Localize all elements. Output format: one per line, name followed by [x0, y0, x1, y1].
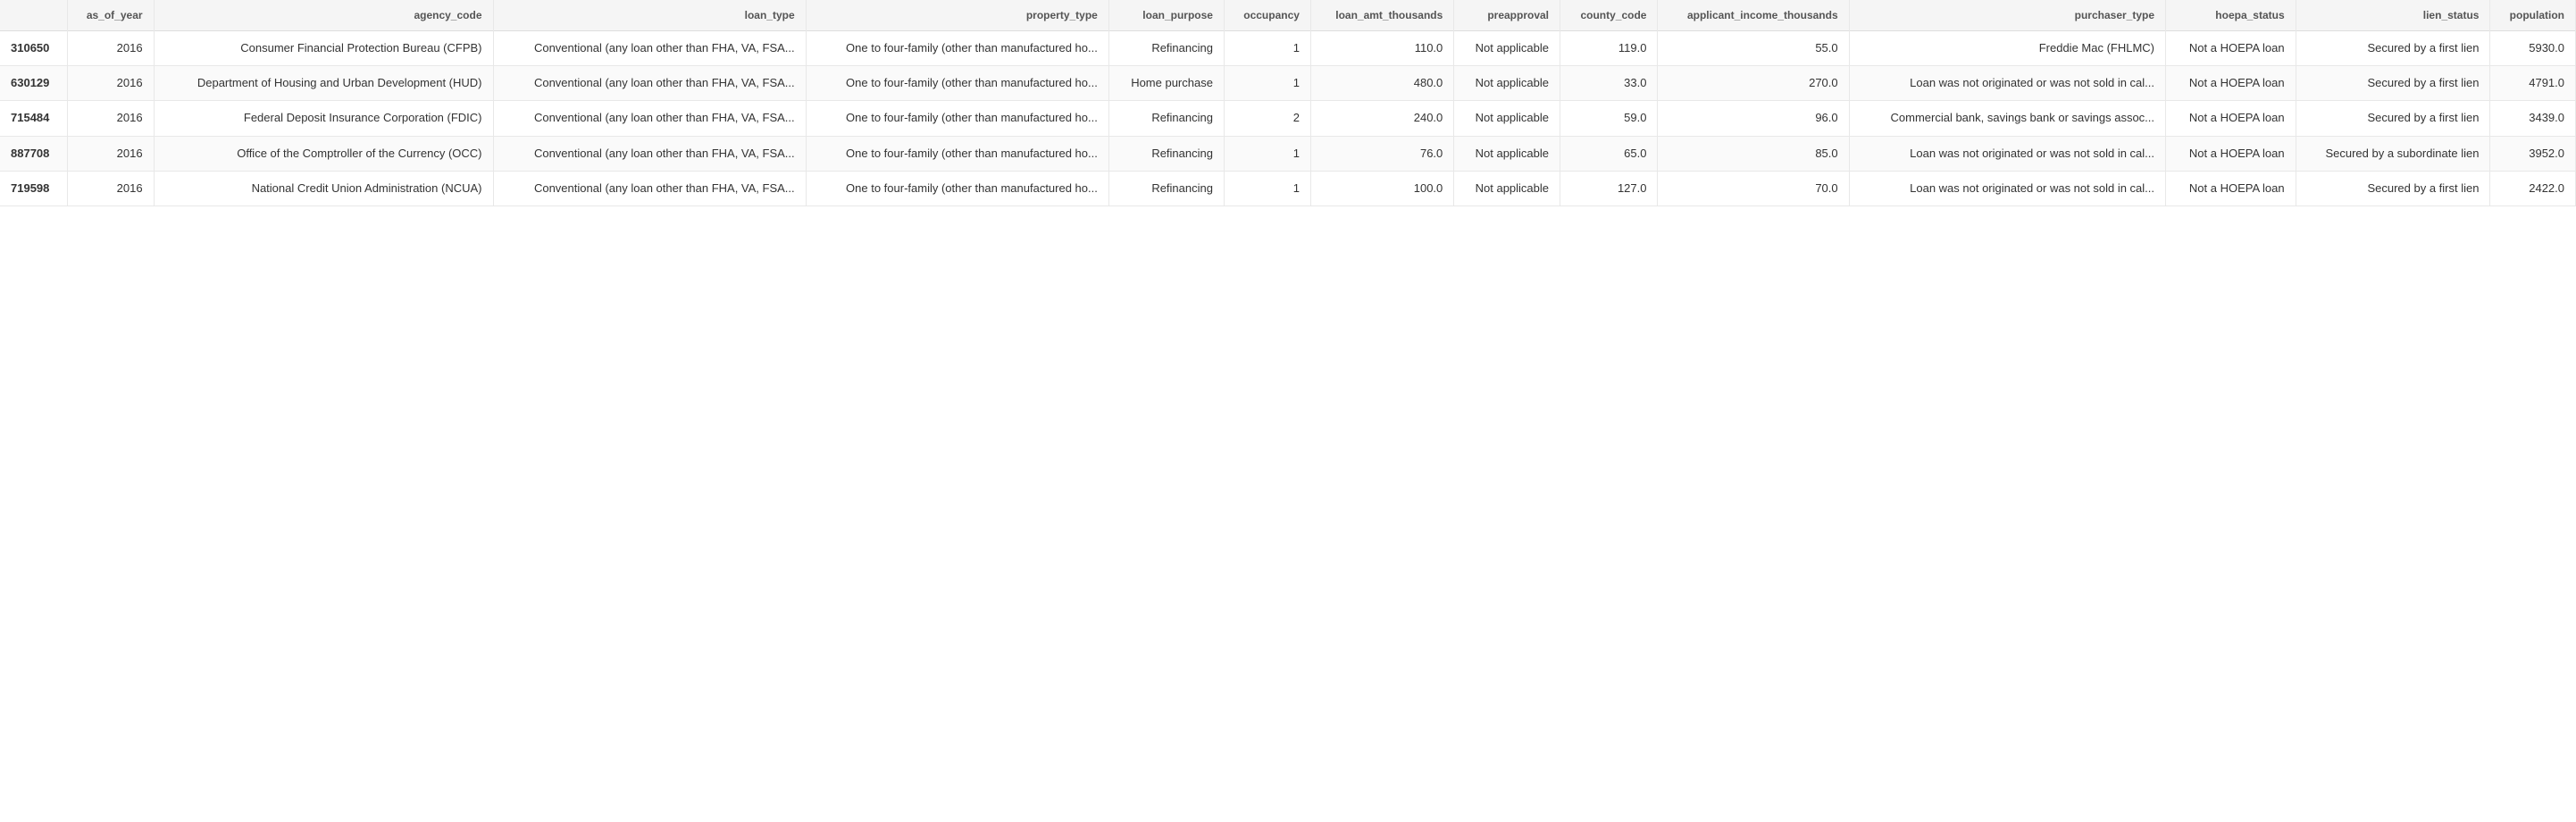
cell-preapproval: Not applicable	[1454, 171, 1560, 206]
cell-applicant-income: 270.0	[1658, 66, 1849, 101]
loans-table: as_of_year agency_code loan_type propert…	[0, 0, 2576, 206]
cell-applicant-income: 55.0	[1658, 31, 1849, 66]
cell-population: 4791.0	[2490, 66, 2576, 101]
cell-population: 3952.0	[2490, 136, 2576, 171]
cell-lien-status: Secured by a subordinate lien	[2296, 136, 2490, 171]
cell-property-type: One to four-family (other than manufactu…	[806, 171, 1108, 206]
cell-county-code: 33.0	[1560, 66, 1658, 101]
cell-row-id: 715484	[0, 101, 67, 136]
cell-loan-amt: 100.0	[1310, 171, 1453, 206]
cell-loan-type: Conventional (any loan other than FHA, V…	[493, 31, 806, 66]
cell-population: 5930.0	[2490, 31, 2576, 66]
cell-population: 3439.0	[2490, 101, 2576, 136]
cell-as-of-year: 2016	[67, 31, 154, 66]
cell-preapproval: Not applicable	[1454, 66, 1560, 101]
table-row[interactable]: 8877082016Office of the Comptroller of t…	[0, 136, 2576, 171]
cell-purchaser-type: Loan was not originated or was not sold …	[1849, 136, 2165, 171]
cell-loan-purpose: Refinancing	[1108, 31, 1224, 66]
cell-as-of-year: 2016	[67, 101, 154, 136]
cell-occupancy: 2	[1224, 101, 1310, 136]
col-header-purchaser-type: purchaser_type	[1849, 0, 2165, 31]
cell-agency-code: Office of the Comptroller of the Currenc…	[154, 136, 493, 171]
cell-applicant-income: 96.0	[1658, 101, 1849, 136]
col-header-loan-amt: loan_amt_thousands	[1310, 0, 1453, 31]
col-header-hoepa-status: hoepa_status	[2166, 0, 2296, 31]
cell-property-type: One to four-family (other than manufactu…	[806, 66, 1108, 101]
cell-lien-status: Secured by a first lien	[2296, 171, 2490, 206]
table-header-row: as_of_year agency_code loan_type propert…	[0, 0, 2576, 31]
cell-occupancy: 1	[1224, 66, 1310, 101]
col-header-property-type: property_type	[806, 0, 1108, 31]
cell-lien-status: Secured by a first lien	[2296, 31, 2490, 66]
cell-occupancy: 1	[1224, 136, 1310, 171]
cell-hoepa-status: Not a HOEPA loan	[2166, 171, 2296, 206]
cell-row-id: 310650	[0, 31, 67, 66]
col-header-county-code: county_code	[1560, 0, 1658, 31]
col-header-loan-type: loan_type	[493, 0, 806, 31]
cell-county-code: 59.0	[1560, 101, 1658, 136]
cell-preapproval: Not applicable	[1454, 136, 1560, 171]
cell-loan-amt: 240.0	[1310, 101, 1453, 136]
cell-lien-status: Secured by a first lien	[2296, 101, 2490, 136]
cell-purchaser-type: Freddie Mac (FHLMC)	[1849, 31, 2165, 66]
table-row[interactable]: 6301292016Department of Housing and Urba…	[0, 66, 2576, 101]
cell-purchaser-type: Commercial bank, savings bank or savings…	[1849, 101, 2165, 136]
cell-preapproval: Not applicable	[1454, 31, 1560, 66]
cell-lien-status: Secured by a first lien	[2296, 66, 2490, 101]
cell-loan-type: Conventional (any loan other than FHA, V…	[493, 101, 806, 136]
cell-loan-amt: 76.0	[1310, 136, 1453, 171]
cell-purchaser-type: Loan was not originated or was not sold …	[1849, 171, 2165, 206]
cell-as-of-year: 2016	[67, 136, 154, 171]
cell-loan-type: Conventional (any loan other than FHA, V…	[493, 136, 806, 171]
cell-row-id: 719598	[0, 171, 67, 206]
data-table: as_of_year agency_code loan_type propert…	[0, 0, 2576, 206]
table-row[interactable]: 7195982016National Credit Union Administ…	[0, 171, 2576, 206]
cell-purchaser-type: Loan was not originated or was not sold …	[1849, 66, 2165, 101]
cell-county-code: 65.0	[1560, 136, 1658, 171]
cell-loan-amt: 110.0	[1310, 31, 1453, 66]
cell-as-of-year: 2016	[67, 171, 154, 206]
cell-property-type: One to four-family (other than manufactu…	[806, 136, 1108, 171]
cell-county-code: 127.0	[1560, 171, 1658, 206]
cell-hoepa-status: Not a HOEPA loan	[2166, 31, 2296, 66]
col-header-preapproval: preapproval	[1454, 0, 1560, 31]
cell-applicant-income: 85.0	[1658, 136, 1849, 171]
cell-row-id: 630129	[0, 66, 67, 101]
cell-agency-code: National Credit Union Administration (NC…	[154, 171, 493, 206]
cell-applicant-income: 70.0	[1658, 171, 1849, 206]
col-header-loan-purpose: loan_purpose	[1108, 0, 1224, 31]
cell-row-id: 887708	[0, 136, 67, 171]
cell-property-type: One to four-family (other than manufactu…	[806, 101, 1108, 136]
cell-loan-purpose: Refinancing	[1108, 171, 1224, 206]
cell-loan-type: Conventional (any loan other than FHA, V…	[493, 66, 806, 101]
cell-loan-purpose: Home purchase	[1108, 66, 1224, 101]
col-header-row-id	[0, 0, 67, 31]
cell-agency-code: Consumer Financial Protection Bureau (CF…	[154, 31, 493, 66]
cell-loan-type: Conventional (any loan other than FHA, V…	[493, 171, 806, 206]
table-row[interactable]: 3106502016Consumer Financial Protection …	[0, 31, 2576, 66]
cell-preapproval: Not applicable	[1454, 101, 1560, 136]
col-header-lien-status: lien_status	[2296, 0, 2490, 31]
col-header-applicant-income: applicant_income_thousands	[1658, 0, 1849, 31]
col-header-as-of-year: as_of_year	[67, 0, 154, 31]
cell-agency-code: Department of Housing and Urban Developm…	[154, 66, 493, 101]
cell-county-code: 119.0	[1560, 31, 1658, 66]
col-header-population: population	[2490, 0, 2576, 31]
cell-agency-code: Federal Deposit Insurance Corporation (F…	[154, 101, 493, 136]
col-header-agency-code: agency_code	[154, 0, 493, 31]
cell-hoepa-status: Not a HOEPA loan	[2166, 136, 2296, 171]
cell-occupancy: 1	[1224, 31, 1310, 66]
table-row[interactable]: 7154842016Federal Deposit Insurance Corp…	[0, 101, 2576, 136]
cell-occupancy: 1	[1224, 171, 1310, 206]
cell-loan-amt: 480.0	[1310, 66, 1453, 101]
cell-loan-purpose: Refinancing	[1108, 101, 1224, 136]
col-header-occupancy: occupancy	[1224, 0, 1310, 31]
cell-loan-purpose: Refinancing	[1108, 136, 1224, 171]
cell-population: 2422.0	[2490, 171, 2576, 206]
cell-hoepa-status: Not a HOEPA loan	[2166, 101, 2296, 136]
cell-property-type: One to four-family (other than manufactu…	[806, 31, 1108, 66]
cell-hoepa-status: Not a HOEPA loan	[2166, 66, 2296, 101]
cell-as-of-year: 2016	[67, 66, 154, 101]
